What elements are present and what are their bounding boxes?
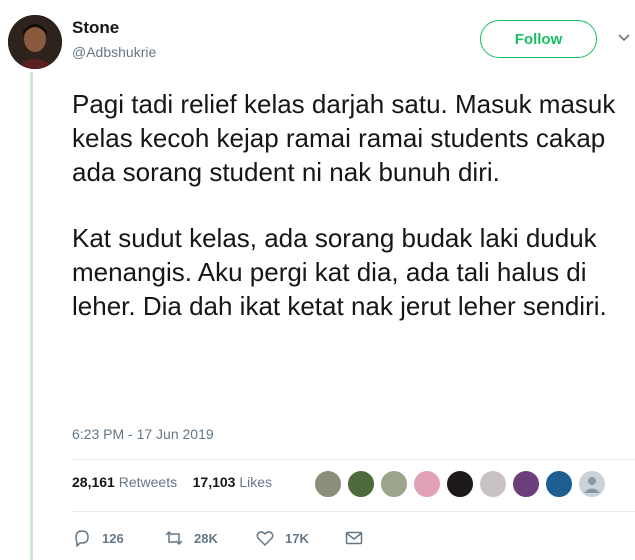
reply-count: 126 xyxy=(102,530,124,546)
retweet-button[interactable]: 28K xyxy=(164,528,218,548)
liker-avatar[interactable] xyxy=(446,470,474,498)
retweet-count: 28K xyxy=(194,530,218,546)
liker-avatar[interactable] xyxy=(578,470,606,498)
liker-avatar[interactable] xyxy=(512,470,540,498)
heart-icon xyxy=(256,531,274,546)
liker-avatar[interactable] xyxy=(545,470,573,498)
tweet-paragraph: Kat sudut kelas, ada sorang budak laki d… xyxy=(72,223,607,321)
author-name[interactable]: Stone xyxy=(72,18,119,38)
message-button[interactable] xyxy=(344,528,374,548)
retweets-label: Retweets xyxy=(118,474,178,490)
author-handle[interactable]: @Adbshukrie xyxy=(72,44,156,60)
author-avatar[interactable] xyxy=(8,15,62,69)
like-button[interactable]: 17K xyxy=(255,528,309,548)
liker-avatar[interactable] xyxy=(347,470,375,498)
envelope-icon xyxy=(345,531,363,545)
liker-avatar[interactable] xyxy=(479,470,507,498)
reply-icon xyxy=(75,530,89,547)
chevron-down-icon[interactable] xyxy=(616,30,632,46)
follow-button[interactable]: Follow xyxy=(480,20,597,58)
liker-avatar[interactable] xyxy=(314,470,342,498)
divider xyxy=(72,459,635,460)
likes-stat[interactable]: 17,103 Likes xyxy=(193,474,272,490)
thread-line xyxy=(30,72,33,560)
reply-button[interactable]: 126 xyxy=(72,528,124,548)
tweet-paragraph: Pagi tadi relief kelas darjah satu. Masu… xyxy=(72,89,616,187)
retweets-count: 28,161 xyxy=(72,474,115,490)
liker-avatar[interactable] xyxy=(380,470,408,498)
likes-label: Likes xyxy=(239,474,273,490)
likes-count: 17,103 xyxy=(192,474,236,490)
retweets-stat[interactable]: 28,161 Retweets xyxy=(72,474,177,490)
tweet-timestamp[interactable]: 6:23 PM - 17 Jun 2019 xyxy=(72,426,214,442)
divider xyxy=(72,511,635,512)
like-count: 17K xyxy=(285,530,309,546)
liker-avatar[interactable] xyxy=(413,470,441,498)
retweet-icon xyxy=(165,530,183,546)
tweet-text: Pagi tadi relief kelas darjah satu. Masu… xyxy=(72,87,632,323)
engagement-stats: 28,161 Retweets 17,103 Likes xyxy=(72,474,272,490)
